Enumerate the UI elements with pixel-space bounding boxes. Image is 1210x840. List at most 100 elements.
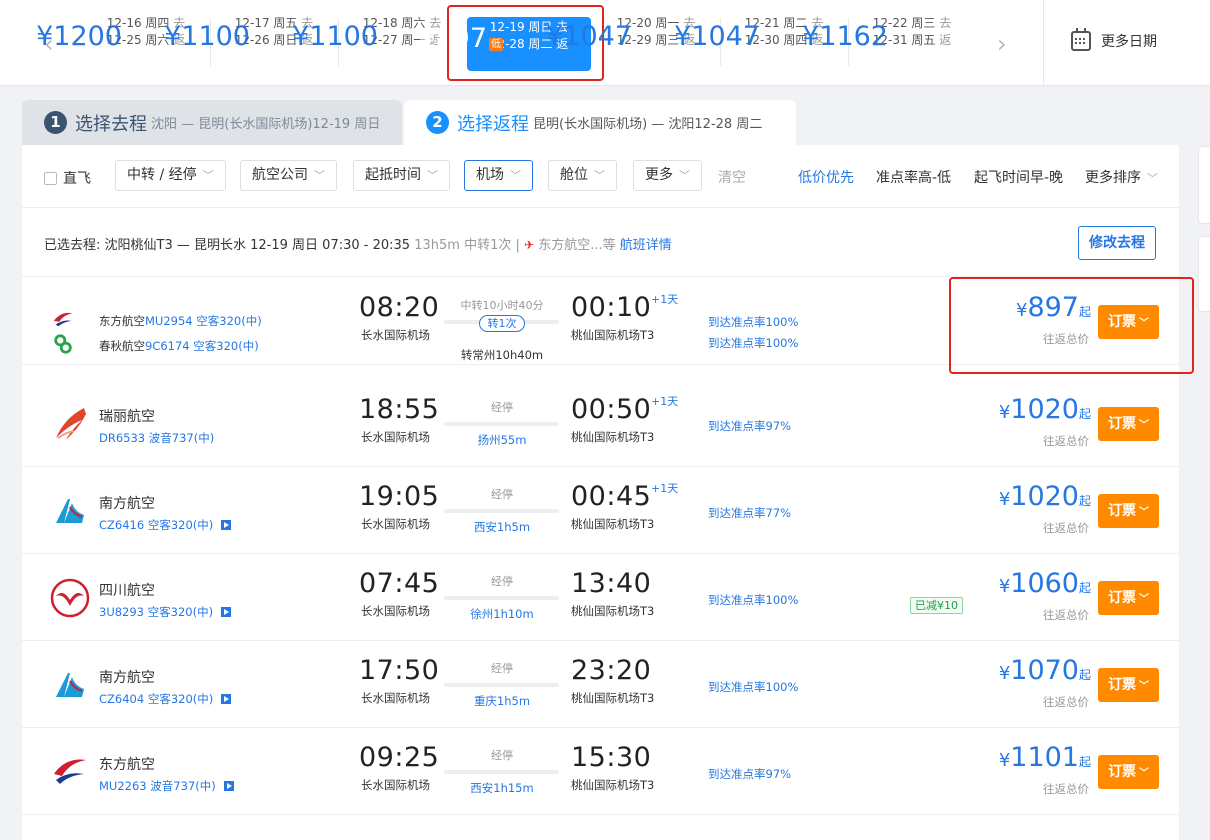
price: ¥1060起 (998, 568, 1091, 599)
stopover-label: 经停 (491, 749, 513, 762)
route-line (444, 596, 559, 600)
direct-checkbox[interactable]: 直飞 (44, 168, 91, 188)
edit-outbound-button[interactable]: 修改去程 (1078, 226, 1156, 260)
step-number: 2 (426, 111, 449, 134)
ontime-rate: 到达准点率77% (708, 506, 792, 520)
time-filter-dropdown[interactable]: 起抵时间 ﹀ (353, 160, 450, 191)
more-dates-button[interactable]: 更多日期 (1071, 28, 1157, 51)
sichuan-airlines-logo-icon (50, 578, 90, 618)
flight-row (22, 815, 1179, 840)
departure-time: 09:25 (359, 742, 440, 773)
stopover-label: 经停 (491, 662, 513, 675)
ontime-rate: 到达准点率97% (708, 419, 792, 433)
stopover-label: 经停 (491, 401, 513, 414)
airline-name: 四川航空 (99, 583, 155, 599)
departure-time: 19:05 (359, 481, 440, 512)
date-option[interactable]: 12-22 周三 去 12-31 周五 返 ¥1162 (802, 15, 976, 71)
next-day-badge: +1天 (651, 293, 679, 306)
stopover-city: 西安1h5m (473, 520, 531, 534)
book-button[interactable]: 订票 ﹀ (1098, 407, 1159, 441)
departure-airport: 长水国际机场 (361, 328, 430, 342)
flight-number[interactable]: DR6533 波音737(中) (99, 430, 214, 446)
sort-time-button[interactable]: 起飞时间早-晚 (974, 167, 1063, 187)
flight-row: 瑞丽航空 DR6533 波音737(中) 18:55 长水国际机场 经停 扬州5… (22, 380, 1179, 467)
airport-filter-dropdown[interactable]: 机场 ﹀ (464, 160, 533, 191)
arrival-airport: 桃仙国际机场T3 (571, 430, 655, 444)
arrival-time: 23:20 (571, 655, 652, 686)
departure-airport: 长水国际机场 (361, 517, 430, 531)
route-line (444, 683, 559, 687)
side-panel-tab[interactable] (1198, 236, 1210, 312)
play-icon[interactable] (221, 520, 232, 530)
flight-details-link[interactable]: 航班详情 (620, 238, 672, 253)
play-icon[interactable] (221, 607, 232, 617)
china-southern-logo-icon (56, 499, 84, 523)
selected-duration: 13h5m (414, 238, 460, 253)
china-southern-logo-icon (56, 673, 84, 697)
price-note: 往返总价 (1043, 695, 1089, 709)
chevron-down-icon: ﹀ (679, 169, 690, 182)
more-filter-dropdown[interactable]: 更多 ﹀ (633, 160, 702, 191)
flight-number[interactable]: 3U8293 空客320(中) (99, 604, 232, 620)
ontime-rate: 到达准点率100% (708, 315, 799, 329)
selected-outbound-bar: 已选去程: 沈阳桃仙T3 — 昆明长水 12-19 周日 07:30 - 20:… (22, 208, 1179, 277)
ontime-rate: 到达准点率100% (708, 593, 799, 607)
chevron-down-icon: ﹀ (202, 169, 214, 182)
step-route: 沈阳 — 昆明(长水国际机场)12-19 周日 (151, 117, 381, 132)
stopover-city: 重庆1h5m (473, 694, 531, 708)
flight-row: 东方航空 MU2263 波音737(中) 09:25 长水国际机场 经停 西安1… (22, 728, 1179, 815)
flight-number[interactable]: CZ6416 空客320(中) (99, 517, 232, 533)
play-icon[interactable] (221, 694, 232, 704)
stopover-label: 经停 (491, 575, 513, 588)
step-title: 选择返程 (457, 113, 529, 135)
flight-number[interactable]: MU2263 波音737(中) (99, 778, 234, 794)
china-eastern-logo-icon (53, 312, 73, 327)
step-tab-return[interactable]: 2 选择返程 昆明(长水国际机场) — 沈阳12-28 周二 (404, 100, 796, 145)
clear-filters-button[interactable]: 清空 (718, 167, 746, 187)
departure-time: 17:50 (359, 655, 440, 686)
filter-bar: 直飞 中转 / 经停 ﹀ 航空公司 ﹀ 起抵时间 ﹀ 机场 ﹀ 舱位 ﹀ 更多 ﹀ 清空 低… (22, 145, 1179, 208)
results-panel: 直飞 中转 / 经停 ﹀ 航空公司 ﹀ 起抵时间 ﹀ 机场 ﹀ 舱位 ﹀ 更多 ﹀ 清空 低… (22, 145, 1179, 840)
arrival-airport: 桃仙国际机场T3 (571, 691, 655, 705)
china-eastern-logo-icon: ✈ (524, 238, 535, 252)
highlight-box (949, 277, 1194, 374)
book-button[interactable]: 订票 ﹀ (1098, 755, 1159, 789)
chevron-down-icon: ﹀ (314, 169, 325, 182)
stopover-label: 经停 (491, 488, 513, 501)
next-dates-arrow-icon[interactable]: › (997, 30, 1007, 58)
sort-ontime-button[interactable]: 准点率高-低 (876, 167, 951, 187)
departure-airport: 长水国际机场 (361, 691, 430, 705)
transfer-filter-dropdown[interactable]: 中转 / 经停 ﹀ (115, 160, 226, 191)
cabin-filter-dropdown[interactable]: 舱位 ﹀ (548, 160, 617, 191)
checkbox-icon (44, 171, 57, 185)
date-strip: ‹ 12-16 周四 去 12-25 周六 返 ¥1200 12-17 周五 去… (0, 0, 1210, 86)
selected-transfer: 中转1次 (464, 238, 512, 253)
airline-name: 瑞丽航空 (99, 409, 155, 425)
next-day-badge: +1天 (651, 395, 679, 408)
chevron-down-icon: ﹀ (594, 169, 605, 182)
selected-airline: 东方航空...等 (538, 238, 616, 253)
side-panel-tab[interactable] (1198, 146, 1210, 224)
route-line (444, 422, 559, 426)
chevron-down-icon: ﹀ (1147, 172, 1158, 185)
price-note: 往返总价 (1043, 608, 1089, 622)
book-button[interactable]: 订票 ﹀ (1098, 668, 1159, 702)
airline-name: 南方航空 (99, 496, 155, 512)
step-tab-outbound[interactable]: 1 选择去程 沈阳 — 昆明(长水国际机场)12-19 周日 (22, 100, 402, 145)
book-button[interactable]: 订票 ﹀ (1098, 581, 1159, 615)
flight-number[interactable]: CZ6404 空客320(中) (99, 691, 232, 707)
ontime-rate: 到达准点率100% (708, 336, 799, 350)
play-icon[interactable] (223, 781, 234, 791)
arrival-airport: 桃仙国际机场T3 (571, 604, 655, 618)
sort-price-button[interactable]: 低价优先 (798, 167, 854, 187)
next-day-badge: +1天 (651, 482, 679, 495)
more-sort-dropdown[interactable]: 更多排序 ﹀ (1085, 167, 1158, 187)
airline-filter-dropdown[interactable]: 航空公司 ﹀ (240, 160, 337, 191)
book-button[interactable]: 订票 ﹀ (1098, 494, 1159, 528)
arrival-time: 00:10 (571, 292, 652, 323)
calendar-icon (1071, 28, 1091, 51)
chevron-down-icon: ﹀ (427, 169, 438, 182)
flight-row: 南方航空 CZ6404 空客320(中) 17:50 长水国际机场 经停 重庆1… (22, 641, 1179, 728)
transfer-count-badge[interactable]: 转1次 (479, 315, 525, 332)
step-route: 昆明(长水国际机场) — 沈阳12-28 周二 (533, 117, 763, 132)
